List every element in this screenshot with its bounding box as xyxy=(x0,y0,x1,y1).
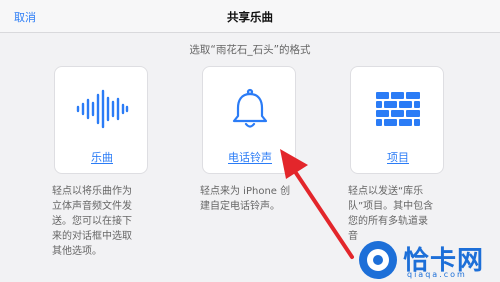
song-option-label[interactable]: 乐曲 xyxy=(55,149,149,165)
watermark-url: qiaqa.com xyxy=(407,270,467,279)
navigation-bar: 取消 共享乐曲 xyxy=(0,0,500,33)
song-option-description: 轻点以将乐曲作为 立体声音频文件发 送。您可以在接下 来的对话框中选取 其他选项… xyxy=(52,184,158,259)
description-line: 其他选项。 xyxy=(52,246,102,257)
page-title: 共享乐曲 xyxy=(227,10,273,24)
bell-icon xyxy=(203,87,297,131)
waveform-icon xyxy=(55,87,149,131)
song-option-card[interactable]: 乐曲 xyxy=(54,66,148,174)
description-line: 来的对话框中选取 xyxy=(52,231,132,242)
description-line: 轻点以将乐曲作为 xyxy=(52,186,132,197)
format-prompt: 选取“雨花石_石头”的格式 xyxy=(189,44,311,56)
bricks-icon xyxy=(351,87,445,131)
watermark-badge-icon xyxy=(359,241,397,279)
description-line: 送。您可以在接下 xyxy=(52,216,132,227)
description-line: 立体声音频文件发 xyxy=(52,201,132,212)
watermark-logo: 恰卡网 qiaqa.com xyxy=(355,238,500,282)
